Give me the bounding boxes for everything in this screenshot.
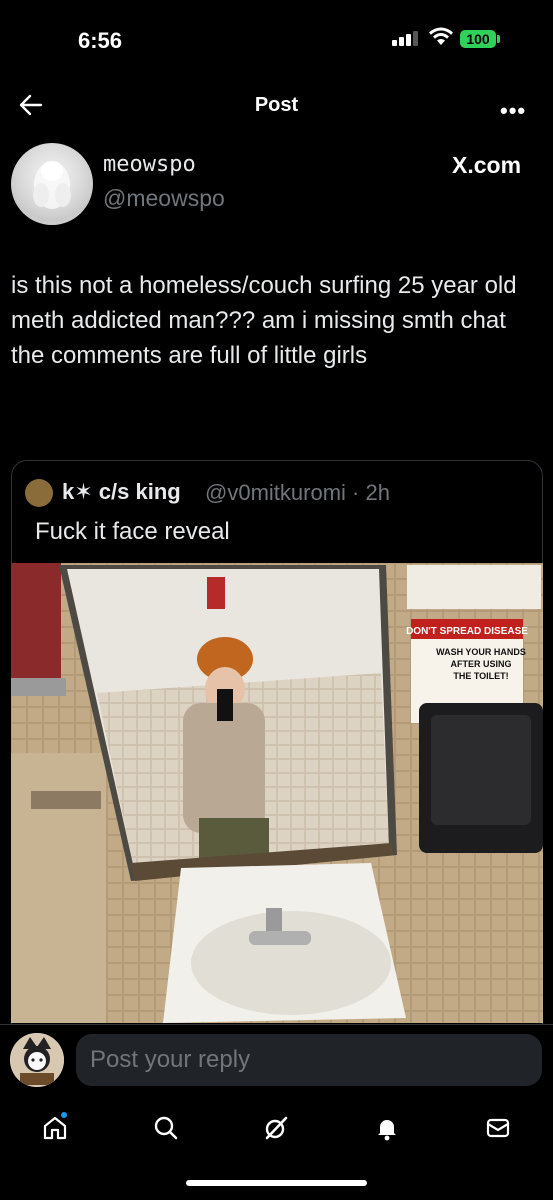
nav-search[interactable] [146,1108,186,1148]
nav-home[interactable] [35,1108,75,1148]
sign-line-3: THE TOILET! [453,671,508,681]
quoted-author-avatar[interactable] [25,479,53,507]
author-handle[interactable]: @meowspo [103,185,225,212]
cellular-signal-icon [392,30,420,46]
grok-icon [266,1116,288,1140]
battery-tip [497,35,500,43]
nav-grok[interactable] [256,1108,296,1148]
author-avatar[interactable] [11,143,93,225]
page-title: Post [254,94,299,116]
sign-line-2: AFTER USING [450,659,511,669]
bottom-navigation [0,1098,553,1158]
author-display-name[interactable]: meowspo [103,152,196,177]
sign-line-1: WASH YOUR HANDS [436,647,526,657]
my-avatar[interactable] [10,1033,64,1087]
bell-icon [378,1120,397,1141]
quoted-post-text: Fuck it face reveal [35,518,230,545]
battery-indicator: 100 [460,30,496,48]
quoted-post-image[interactable]: DON'T SPREAD DISEASE WASH YOUR HANDS AFT… [11,563,543,1023]
source-logo: X.com [452,152,522,178]
mail-icon [486,1118,509,1138]
sign-title: DON'T SPREAD DISEASE [406,626,528,637]
nav-messages[interactable] [478,1108,518,1148]
post-text: is this not a homeless/couch surfing 25 … [11,272,517,369]
quoted-author-name[interactable]: k✶ c/s king [62,479,181,505]
more-options-icon[interactable]: ••• [500,98,526,124]
wifi-icon [429,27,453,45]
search-icon [154,1116,178,1140]
status-time: 6:56 [78,28,123,53]
home-icon [44,1116,67,1140]
home-indicator [186,1180,367,1186]
quoted-author-handle[interactable]: @v0mitkuromi · 2h [205,480,390,506]
reply-input[interactable]: Post your reply [76,1034,542,1086]
nav-notifications[interactable] [367,1108,407,1148]
